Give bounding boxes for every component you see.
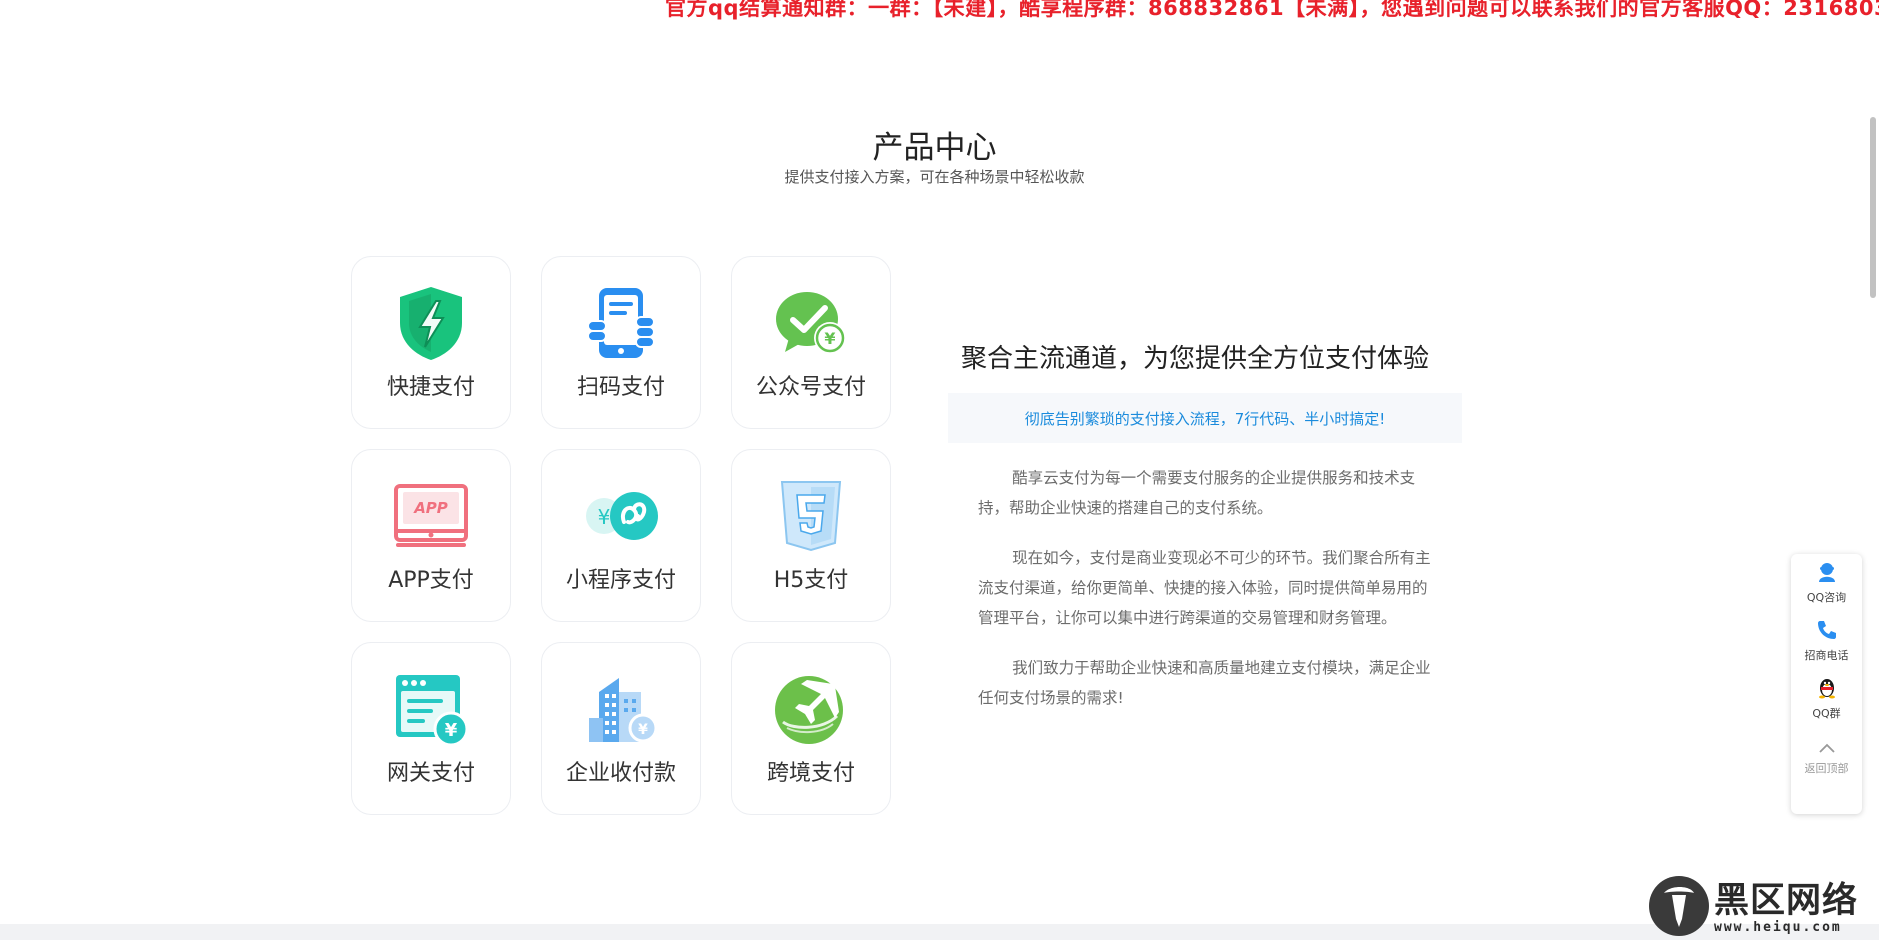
product-label: 企业收付款: [565, 761, 676, 786]
enterprise-building-icon: ¥: [582, 670, 660, 748]
mini-program-icon: ¥: [582, 477, 660, 555]
product-label: 小程序支付: [565, 568, 676, 593]
product-card-cross-border-pay[interactable]: 跨境支付: [731, 642, 891, 815]
section-title: 产品中心: [872, 130, 997, 166]
qq-consult-label: QQ咨询: [1806, 591, 1847, 604]
product-card-gateway-pay[interactable]: ¥ 网关支付: [351, 642, 511, 815]
svg-text:¥: ¥: [638, 722, 648, 738]
wechat-pay-icon: ¥: [772, 284, 850, 362]
product-label: 公众号支付: [755, 375, 866, 400]
description-paragraph: 现在如今，支付是商业变现必不可少的环节。我们聚合所有主流支付渠道，给你更简单、快…: [978, 549, 1431, 627]
description-body: 酷享云支付为每一个需要支付服务的企业提供服务和技术支持，帮助企业快速的搭建自己的…: [948, 443, 1462, 713]
product-label: 网关支付: [386, 761, 475, 786]
chevron-up-icon: [1818, 739, 1836, 758]
cross-border-plane-icon: [772, 670, 850, 748]
svg-text:¥: ¥: [824, 329, 835, 348]
app-screen-icon: APP: [392, 477, 470, 555]
shield-lightning-icon: [392, 284, 470, 362]
watermark: 黑区网络 www.heiqu.com: [1648, 875, 1858, 940]
product-card-scan-pay[interactable]: 扫码支付: [541, 256, 701, 429]
floating-contact-bar: QQ咨询 招商电话 QQ群 返回顶部: [1791, 554, 1862, 814]
product-card-quick-pay[interactable]: 快捷支付: [351, 256, 511, 429]
description-paragraph: 我们致力于帮助企业快速和高质量地建立支付模块，满足企业任何支付场景的需求!: [978, 659, 1431, 707]
announcement-marquee: 官方qq结算通知群：一群：【未建】，酷享程序群：868832861【未满】，您遇…: [665, 0, 1879, 20]
back-to-top-button[interactable]: 返回顶部: [1791, 728, 1862, 786]
qq-group-button[interactable]: QQ群: [1791, 670, 1862, 728]
phone-scan-icon: [582, 284, 660, 362]
watermark-text: 黑区网络 www.heiqu.com: [1714, 882, 1858, 935]
page: 官方qq结算通知群：一群：【未建】，酷享程序群：868832861【未满】，您遇…: [0, 0, 1879, 940]
phone-button[interactable]: 招商电话: [1791, 612, 1862, 670]
product-label: APP支付: [388, 568, 474, 593]
product-card-h5-pay[interactable]: H5支付: [731, 449, 891, 622]
description-banner: 彻底告别繁琐的支付接入流程，7行代码、半小时搞定!: [948, 393, 1462, 443]
qq-consult-icon: [1816, 561, 1838, 587]
product-label: 跨境支付: [766, 761, 855, 786]
phone-icon: [1816, 619, 1838, 645]
svg-text:¥: ¥: [445, 720, 458, 741]
qq-penguin-icon: [1816, 677, 1838, 703]
svg-text:¥: ¥: [598, 505, 611, 529]
product-label: H5支付: [773, 568, 849, 593]
svg-text:APP: APP: [413, 499, 448, 517]
description-panel: 聚合主流通道，为您提供全方位支付体验 彻底告别繁琐的支付接入流程，7行代码、半小…: [948, 338, 1462, 733]
description-paragraph: 酷享云支付为每一个需要支付服务的企业提供服务和技术支持，帮助企业快速的搭建自己的…: [978, 469, 1416, 517]
html5-icon: [772, 477, 850, 555]
product-card-enterprise-pay[interactable]: ¥ 企业收付款: [541, 642, 701, 815]
gateway-window-icon: ¥: [392, 670, 470, 748]
section-subtitle: 提供支付接入方案，可在各种场景中轻松收款: [784, 168, 1085, 186]
qq-consult-button[interactable]: QQ咨询: [1791, 554, 1862, 612]
product-grid: 快捷支付 扫码支付 ¥ 公众号支付 APP APP支付 ¥ 小程序支付 H5支付…: [351, 256, 891, 815]
product-label: 扫码支付: [576, 375, 665, 400]
product-card-app-pay[interactable]: APP APP支付: [351, 449, 511, 622]
scrollbar-thumb[interactable]: [1870, 117, 1876, 298]
qq-group-label: QQ群: [1812, 707, 1841, 720]
watermark-name: 黑区网络: [1714, 880, 1859, 921]
product-card-wechat-pay[interactable]: ¥ 公众号支付: [731, 256, 891, 429]
phone-label: 招商电话: [1804, 649, 1849, 662]
product-card-mini-program-pay[interactable]: ¥ 小程序支付: [541, 449, 701, 622]
watermark-url: www.heiqu.com: [1714, 919, 1842, 935]
product-label: 快捷支付: [386, 375, 475, 400]
back-to-top-label: 返回顶部: [1804, 761, 1849, 775]
footer-strip: [0, 924, 1879, 940]
description-title: 聚合主流通道，为您提供全方位支付体验: [960, 344, 1429, 374]
watermark-logo-icon: [1648, 875, 1710, 940]
